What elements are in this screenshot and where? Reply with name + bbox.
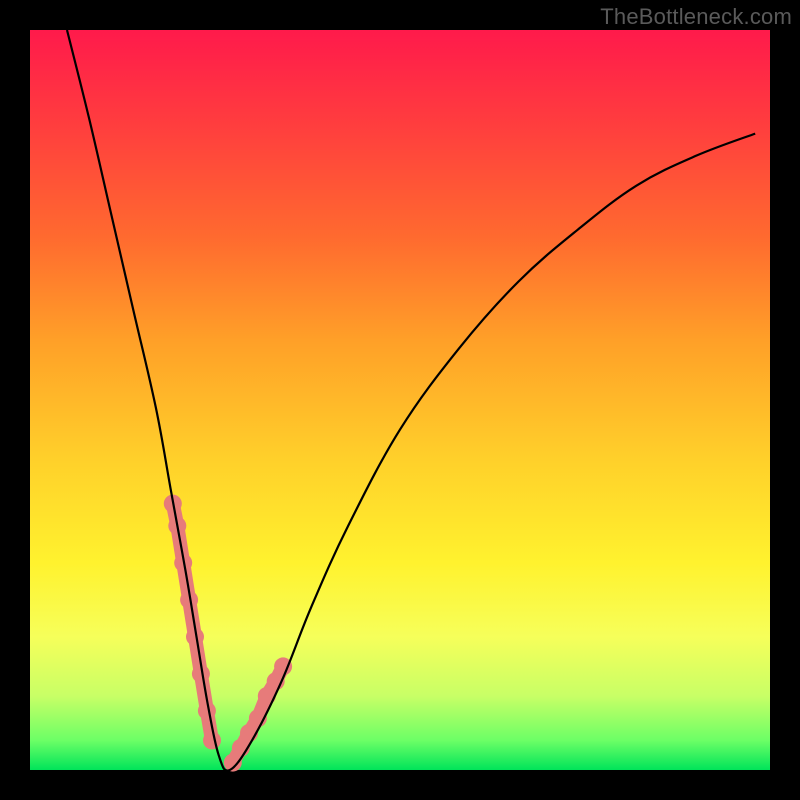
- chart-frame: TheBottleneck.com: [0, 0, 800, 800]
- curve-layer: [30, 30, 770, 770]
- highlight-point: [203, 731, 221, 749]
- watermark-text: TheBottleneck.com: [600, 4, 792, 30]
- plot-area: [30, 30, 770, 770]
- bottleneck-curve: [67, 30, 755, 771]
